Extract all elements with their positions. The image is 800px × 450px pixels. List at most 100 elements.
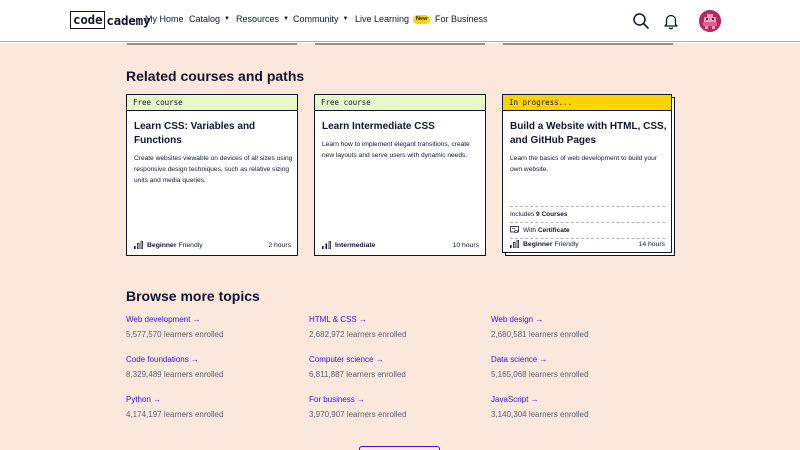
topic-link[interactable]: For business → (309, 395, 406, 404)
difficulty-bars-icon (134, 241, 143, 249)
arrow-right-icon: → (375, 355, 384, 364)
level-rest: Friendly (554, 240, 579, 248)
nav-label: Community (293, 14, 339, 24)
path-card-build-website[interactable]: In progress... Build a Website with HTML… (502, 94, 672, 253)
arrow-right-icon: → (535, 315, 544, 324)
difficulty-bars-icon (322, 241, 331, 249)
topic-link[interactable]: Web development → (126, 315, 223, 324)
level-bold: Intermediate (335, 241, 376, 249)
includes-courses: Includes 9 Courses (510, 211, 567, 218)
certificate-bold: Certificate (537, 226, 570, 234)
topic-label: Computer science (309, 355, 374, 364)
nav-label: My Home (145, 14, 184, 24)
difficulty-level: Intermediate (322, 241, 377, 249)
topic-link[interactable]: Python → (126, 395, 223, 404)
partially-visible-button[interactable] (359, 446, 440, 450)
course-card-css-variables[interactable]: Free course Learn CSS: Variables and Fun… (126, 94, 298, 256)
topic-link[interactable]: HTML & CSS → (309, 315, 406, 324)
nav-label: Catalog (189, 14, 221, 24)
certificate-icon (510, 226, 519, 234)
bell-icon (664, 14, 678, 30)
arrow-right-icon: → (530, 395, 539, 404)
previous-card-edge (127, 43, 297, 45)
course-card-intermediate-css[interactable]: Free course Learn Intermediate CSS Learn… (314, 94, 486, 256)
free-course-tag: Free course (315, 95, 485, 111)
nav-community[interactable]: Community ▼ (293, 14, 348, 24)
card-footer: Beginner Friendly 14 hours (510, 239, 665, 249)
card-title: Build a Website with HTML, CSS, and GitH… (510, 121, 667, 146)
topic-code-foundations: Code foundations → 8,329,489 learners en… (126, 355, 223, 379)
card-title: Learn Intermediate CSS (322, 121, 435, 132)
learners-count: 8,329,489 learners enrolled (126, 370, 224, 379)
topic-label: Web design (491, 315, 534, 324)
level-bold: Beginner (523, 240, 553, 248)
caret-down-icon: ▼ (283, 16, 289, 22)
topic-web-design: Web design → 2,680,581 learners enrolled (491, 315, 588, 339)
topic-label: Data science (491, 355, 538, 364)
nav-label: Live Learning (355, 14, 410, 24)
nav-my-home[interactable]: My Home (145, 14, 184, 24)
topic-link[interactable]: Code foundations → (126, 355, 223, 364)
logo-code-box: code (70, 11, 106, 29)
nav-label: For Business (435, 14, 488, 24)
arrow-right-icon: → (358, 315, 367, 324)
difficulty-bars-icon (510, 240, 519, 248)
arrow-right-icon: → (190, 355, 199, 364)
search-icon (633, 13, 649, 29)
difficulty-level: Beginner Friendly (134, 241, 203, 249)
topic-link[interactable]: Web design → (491, 315, 588, 324)
learners-count: 5,165,068 learners enrolled (491, 370, 589, 379)
duration: 2 hours (268, 241, 291, 249)
topic-label: Python (126, 395, 151, 404)
learners-count: 6,811,887 learners enrolled (309, 370, 406, 379)
topic-link[interactable]: JavaScript → (491, 395, 588, 404)
arrow-right-icon: → (539, 355, 548, 364)
topic-link[interactable]: Computer science → (309, 355, 406, 364)
nav-for-business[interactable]: For Business (435, 14, 488, 24)
arrow-right-icon: → (192, 315, 201, 324)
nav-resources[interactable]: Resources ▼ (236, 14, 289, 24)
learners-count: 5,577,570 learners enrolled (126, 330, 224, 339)
card-description: Create websites viewable on devices of a… (134, 155, 293, 184)
topic-label: JavaScript (491, 395, 529, 404)
logo-cademy-text: cademy (106, 12, 151, 28)
card-description: Learn how to implement elegant transitio… (322, 141, 470, 159)
card-divider (510, 222, 665, 223)
topic-web-development: Web development → 5,577,570 learners enr… (126, 315, 223, 339)
codecademy-logo[interactable]: code cademy (70, 11, 150, 29)
free-course-tag: Free course (127, 95, 297, 111)
difficulty-level: Beginner Friendly (510, 240, 579, 248)
main-content: Related courses and paths Free course Le… (0, 43, 800, 450)
includes-bold: 9 Courses (536, 211, 568, 218)
avatar[interactable] (699, 10, 721, 32)
certificate-prefix: With (523, 226, 536, 234)
topic-label: HTML & CSS (309, 315, 357, 324)
topic-label: Web development (126, 315, 191, 324)
caret-down-icon: ▼ (224, 16, 230, 22)
topic-label: Code foundations (126, 355, 189, 364)
card-footer: Beginner Friendly 2 hours (134, 240, 291, 250)
in-progress-tag: In progress... (503, 95, 671, 111)
search-button[interactable] (632, 12, 650, 30)
previous-card-edge (315, 43, 485, 45)
nav-live-learning[interactable]: Live Learning New (355, 14, 431, 24)
previous-card-edge (503, 43, 673, 45)
learners-count: 3,140,304 learners enrolled (491, 410, 589, 419)
includes-prefix: Includes (510, 211, 535, 218)
nav-catalog[interactable]: Catalog ▼ (189, 14, 230, 24)
notifications-button[interactable] (662, 12, 680, 30)
with-certificate: With Certificate (510, 226, 570, 234)
topic-computer-science: Computer science → 6,811,887 learners en… (309, 355, 406, 379)
caret-down-icon: ▼ (342, 16, 349, 22)
learners-count: 4,174,197 learners enrolled (126, 410, 224, 419)
topic-link[interactable]: Data science → (491, 355, 588, 364)
arrow-right-icon: → (357, 395, 366, 404)
learners-count: 2,680,581 learners enrolled (491, 330, 589, 339)
topic-javascript: JavaScript → 3,140,304 learners enrolled (491, 395, 588, 419)
browse-topics-heading: Browse more topics (126, 288, 260, 304)
card-footer: Intermediate 10 hours (322, 240, 479, 250)
related-courses-heading: Related courses and paths (126, 68, 305, 84)
level-rest: Friendly (178, 241, 203, 249)
card-title: Learn CSS: Variables and Functions (134, 121, 256, 146)
learners-count: 3,970,907 learners enrolled (309, 410, 407, 419)
